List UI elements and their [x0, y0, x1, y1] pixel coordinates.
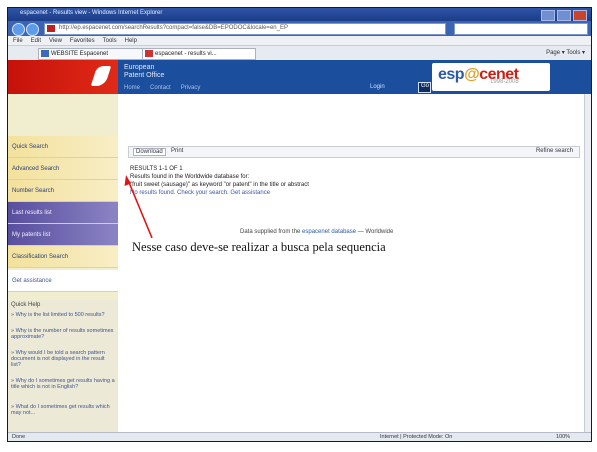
main-content: Download Print Refine search RESULTS 1-1… — [118, 94, 591, 432]
url-input[interactable]: http://ep.espacenet.com/searchResults?co… — [44, 23, 446, 35]
security-zone: Internet | Protected Mode: On — [380, 434, 453, 440]
results-toolbar: Download Print Refine search — [128, 146, 580, 158]
data-supplied-note: Data supplied from the espacenet databas… — [240, 229, 393, 235]
download-button[interactable]: Download — [133, 148, 166, 156]
url-text: http://ep.espacenet.com/searchResults?co… — [59, 25, 288, 31]
page-header: European Patent Office Home Contact Priv… — [8, 60, 591, 94]
browser-window: espacenet - Results view - Windows Inter… — [7, 7, 592, 442]
sidebar: Quick Search Advanced Search Number Sear… — [8, 94, 118, 432]
address-bar: http://ep.espacenet.com/searchResults?co… — [8, 21, 591, 36]
sidebar-item-label: My patents list — [12, 232, 51, 238]
results-query: "fruit sweet (sausage)" as keyword "or p… — [130, 182, 309, 188]
supplied-prefix: Data supplied from the — [240, 229, 301, 235]
help-link-1[interactable]: » Why is the list limited to 500 results… — [11, 312, 115, 318]
epo-swoosh-icon — [90, 66, 112, 86]
sidebar-item-last-results[interactable]: Last results list — [8, 202, 118, 224]
print-button[interactable]: Print — [171, 148, 183, 154]
sidebar-item-number-search[interactable]: Number Search — [8, 180, 118, 202]
help-link-3[interactable]: » Why would I be told a search pattern d… — [11, 350, 115, 368]
login-button[interactable]: Go — [418, 82, 431, 93]
office-line2: Patent Office — [124, 72, 165, 79]
annotation-text: Nesse caso deve-se realizar a busca pela… — [130, 240, 388, 255]
tab-favicon-icon — [41, 50, 49, 57]
quick-help-panel: Quick Help » Why is the list limited to … — [8, 300, 118, 432]
header-subnav: Home Contact Privacy — [124, 85, 200, 91]
menu-file[interactable]: File — [13, 36, 23, 45]
menu-bar: File Edit View Favorites Tools Help — [8, 36, 591, 46]
window-title: espacenet - Results view - Windows Inter… — [20, 10, 163, 16]
maximize-button[interactable] — [557, 10, 571, 21]
tab-label: espacenet - results vi... — [155, 51, 217, 57]
refine-search-link[interactable]: Refine search — [536, 148, 573, 154]
results-assistance-link[interactable]: No results found. Check your search. Get… — [130, 190, 270, 197]
quick-help-title: Quick Help — [11, 302, 41, 308]
page-scrollbar[interactable] — [584, 94, 591, 432]
logo-years: 1998-2008 — [490, 79, 519, 85]
back-icon[interactable] — [12, 23, 25, 36]
sidebar-item-advanced-search[interactable]: Advanced Search — [8, 158, 118, 180]
browser-search-input[interactable] — [454, 23, 588, 35]
subnav-home[interactable]: Home — [124, 85, 140, 91]
login-button-label: Go — [421, 83, 430, 89]
site-favicon-icon — [47, 25, 55, 32]
sidebar-item-my-patents[interactable]: My patents list — [8, 224, 118, 246]
status-bar: Done Internet | Protected Mode: On 100% — [8, 432, 591, 441]
tab-favicon-icon — [145, 50, 153, 57]
menu-view[interactable]: View — [49, 36, 62, 45]
supplied-suffix: — Worldwide — [357, 229, 394, 235]
menu-edit[interactable]: Edit — [31, 36, 41, 45]
logo-at: @ — [464, 66, 480, 83]
window-controls — [541, 10, 587, 21]
menu-favorites[interactable]: Favorites — [70, 36, 95, 45]
tab-bar: WEBSITE Espacenet espacenet - results vi… — [8, 46, 591, 61]
sidebar-item-assistance[interactable]: Get assistance — [8, 270, 118, 292]
sidebar-item-quick-search[interactable]: Quick Search — [8, 136, 118, 158]
close-button[interactable] — [573, 10, 587, 21]
results-line1: Results found in the Worldwide database … — [130, 174, 250, 180]
zoom-level[interactable]: 100% — [556, 434, 570, 440]
office-line1: European — [124, 64, 155, 71]
subnav-contact[interactable]: Contact — [150, 85, 171, 91]
command-bar[interactable]: Page ▾ Tools ▾ — [546, 49, 585, 56]
subnav-privacy[interactable]: Privacy — [181, 85, 201, 91]
results-title: RESULTS 1-1 OF 1 — [130, 166, 183, 172]
espacenet-logo[interactable]: esp@cenet 1998-2008 — [432, 63, 550, 91]
logo-esp: esp — [438, 66, 465, 83]
title-bar: espacenet - Results view - Windows Inter… — [8, 8, 591, 21]
help-link-4[interactable]: » Why do I sometimes get results having … — [11, 378, 115, 390]
sidebar-item-classification[interactable]: Classification Search — [8, 246, 118, 268]
tab-espacenet[interactable]: espacenet - results vi... — [142, 48, 256, 60]
help-link-5[interactable]: » What do I sometimes get results which … — [11, 404, 115, 416]
espacenet-database-link[interactable]: espacenet database — [302, 229, 356, 235]
tab-website[interactable]: WEBSITE Espacenet — [38, 48, 152, 60]
tab-label: WEBSITE Espacenet — [51, 51, 109, 57]
epo-logo — [8, 60, 118, 94]
forward-icon[interactable] — [26, 23, 39, 36]
status-text: Done — [12, 434, 26, 440]
menu-help[interactable]: Help — [125, 36, 137, 45]
login-link[interactable]: Login — [370, 84, 385, 90]
menu-tools[interactable]: Tools — [103, 36, 117, 45]
help-link-2[interactable]: » Why is the number of results sometimes… — [11, 328, 115, 340]
minimize-button[interactable] — [541, 10, 555, 21]
